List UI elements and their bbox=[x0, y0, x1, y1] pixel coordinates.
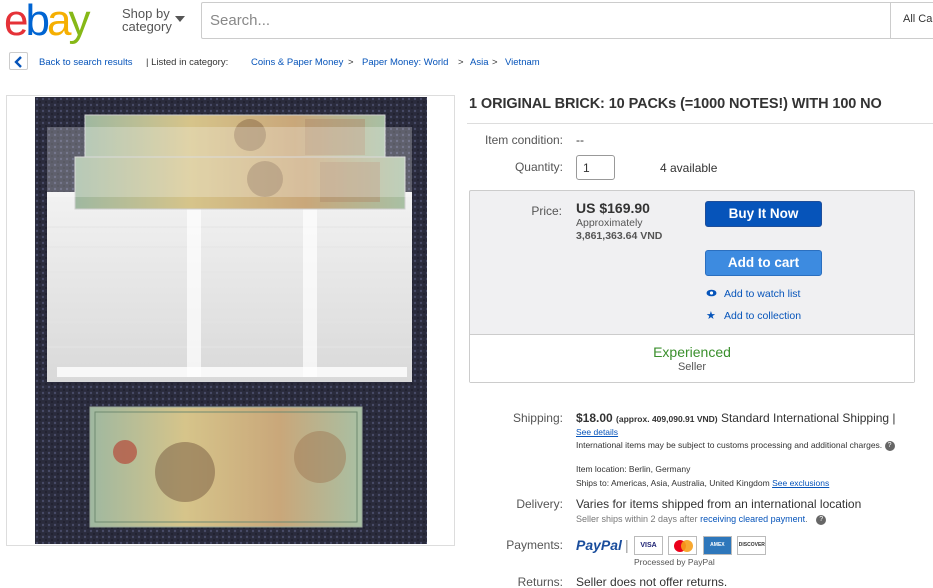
chevron-down-icon[interactable] bbox=[175, 16, 185, 22]
divider bbox=[467, 123, 933, 124]
card-logos: VISA MC AMEX DISCOVER bbox=[634, 536, 767, 556]
logo-letter-a: a bbox=[46, 0, 72, 45]
back-to-search-link[interactable]: Back to search results bbox=[39, 57, 132, 68]
eye-icon bbox=[706, 288, 718, 300]
help-icon[interactable]: ? bbox=[816, 514, 827, 525]
shop-by-line2: category bbox=[122, 19, 172, 34]
mastercard-icon: MC bbox=[668, 536, 698, 555]
help-icon[interactable]: ? bbox=[884, 440, 895, 451]
product-photo[interactable] bbox=[35, 97, 427, 544]
shipping-label: Shipping: bbox=[512, 411, 563, 425]
listed-in-label: | Listed in category: bbox=[146, 57, 229, 68]
add-to-collection-link[interactable]: ★ Add to collection bbox=[706, 310, 801, 322]
processed-by-paypal: Processed by PayPal bbox=[634, 557, 715, 567]
visa-icon: VISA bbox=[634, 536, 663, 555]
delivery-note-suffix: . bbox=[805, 514, 808, 524]
shop-by-category-button[interactable]: Shop by category bbox=[122, 7, 172, 33]
payments-label: Payments: bbox=[506, 538, 563, 552]
page: ebay Shop by category Search... All Ca B… bbox=[0, 0, 933, 588]
ships-to-text: Ships to: Americas, Asia, Australia, Uni… bbox=[576, 478, 770, 488]
shipping-approx: (approx. 409,090.91 VND) bbox=[616, 414, 718, 424]
back-button[interactable] bbox=[9, 52, 28, 70]
shipping-method: Standard International Shipping | bbox=[720, 411, 896, 425]
add-to-cart-button[interactable]: Add to cart bbox=[705, 250, 822, 276]
delivery-label: Delivery: bbox=[516, 497, 563, 511]
amex-icon: AMEX bbox=[702, 536, 732, 555]
listing-title: 1 ORIGINAL BRICK: 10 PACKs (=1000 NOTES!… bbox=[469, 96, 882, 112]
paypal-text: PayPal bbox=[576, 537, 622, 553]
image-panel[interactable] bbox=[6, 95, 455, 546]
see-details-link[interactable]: See details bbox=[576, 427, 618, 437]
all-categories-select[interactable]: All Ca bbox=[890, 2, 933, 39]
quantity-input[interactable]: 1 bbox=[576, 155, 615, 180]
breadcrumb-item-vietnam[interactable]: Vietnam bbox=[505, 57, 540, 68]
item-condition-label: Item condition: bbox=[484, 133, 563, 147]
breadcrumb-item-asia[interactable]: Asia bbox=[470, 57, 488, 68]
paypal-logo: PayPal | bbox=[576, 537, 629, 553]
logo-letter-y: y bbox=[68, 0, 90, 45]
seller-label: Seller bbox=[677, 361, 707, 373]
logo-letter-b: b bbox=[25, 0, 50, 45]
price-value: US $169.90 bbox=[576, 200, 650, 216]
breadcrumb-separator: > bbox=[458, 57, 464, 68]
experienced-badge: Experienced bbox=[653, 344, 731, 360]
delivery-note-prefix: Seller ships within 2 days after bbox=[576, 514, 698, 524]
customs-note: International items may be subject to cu… bbox=[576, 440, 896, 451]
discover-icon: DISCOVER bbox=[737, 536, 767, 555]
chevron-left-icon bbox=[14, 56, 22, 68]
item-location: Item location: Berlin, Germany bbox=[576, 464, 691, 474]
delivery-value: Varies for items shipped from an interna… bbox=[576, 497, 862, 511]
customs-note-text: International items may be subject to cu… bbox=[576, 440, 883, 450]
approx-value: 3,861,363.64 VND bbox=[576, 230, 663, 242]
cleared-payment-link[interactable]: receiving cleared payment bbox=[700, 514, 805, 524]
ebay-logo[interactable]: ebay bbox=[4, 0, 90, 45]
quantity-label: Quantity: bbox=[514, 160, 563, 174]
item-condition-value: -- bbox=[576, 133, 584, 147]
banknote-brick-image bbox=[35, 97, 427, 544]
header: ebay Shop by category Search... All Ca bbox=[0, 0, 933, 45]
buy-it-now-button[interactable]: Buy It Now bbox=[705, 201, 822, 227]
buy-box: Price: US $169.90 Approximately 3,861,36… bbox=[469, 190, 915, 383]
watch-list-label: Add to watch list bbox=[724, 288, 801, 300]
returns-value: Seller does not offer returns. bbox=[576, 575, 728, 588]
star-icon: ★ bbox=[706, 310, 716, 322]
add-to-watch-list-link[interactable]: Add to watch list bbox=[706, 288, 800, 300]
search-input[interactable]: Search... bbox=[201, 2, 933, 39]
breadcrumb-separator: > bbox=[492, 57, 498, 68]
price-label: Price: bbox=[531, 204, 562, 218]
ships-to: Ships to: Americas, Asia, Australia, Uni… bbox=[576, 478, 829, 488]
returns-label: Returns: bbox=[517, 575, 563, 588]
shipping-price: $18.00 bbox=[576, 411, 613, 425]
breadcrumb-separator: > bbox=[348, 57, 354, 68]
search-placeholder: Search... bbox=[210, 12, 271, 29]
available-count: 4 available bbox=[660, 161, 718, 175]
breadcrumb-item-paper-money-world[interactable]: Paper Money: World bbox=[362, 57, 448, 68]
see-exclusions-link[interactable]: See exclusions bbox=[772, 478, 829, 488]
breadcrumb-item-coins[interactable]: Coins & Paper Money bbox=[251, 57, 343, 68]
delivery-note: Seller ships within 2 days after receivi… bbox=[576, 514, 827, 525]
collection-label: Add to collection bbox=[724, 310, 802, 322]
shipping-line: $18.00 (approx. 409,090.91 VND) Standard… bbox=[576, 411, 896, 425]
logo-letter-e: e bbox=[4, 0, 29, 45]
seller-badge-area: Experienced Seller bbox=[470, 334, 914, 382]
approx-label: Approximately bbox=[576, 217, 643, 229]
